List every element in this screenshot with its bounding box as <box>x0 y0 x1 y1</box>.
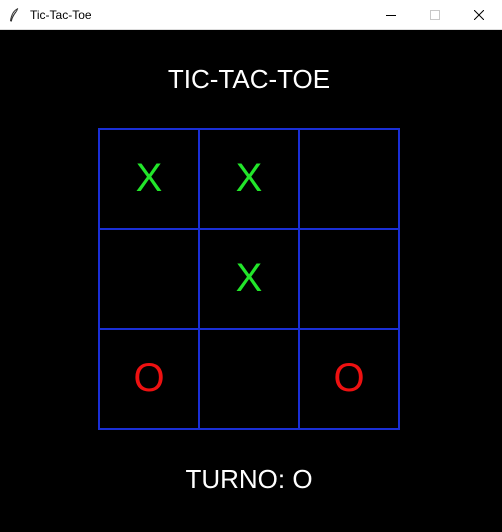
window-title: Tic-Tac-Toe <box>30 8 92 22</box>
cell-2-1[interactable] <box>200 330 300 430</box>
maximize-button[interactable] <box>412 0 458 30</box>
close-icon <box>474 10 484 20</box>
game-canvas: TIC-TAC-TOE X X X O O TURNO: O <box>0 30 502 532</box>
turn-indicator: TURNO: O <box>185 464 313 494</box>
close-button[interactable] <box>456 0 502 30</box>
cell-1-0[interactable] <box>100 230 200 330</box>
title-bar[interactable]: Tic-Tac-Toe <box>0 0 502 30</box>
cell-0-0[interactable]: X <box>100 130 200 230</box>
feather-icon <box>9 8 19 22</box>
cell-0-2[interactable] <box>300 130 400 230</box>
cell-1-1[interactable]: X <box>200 230 300 330</box>
app-window: Tic-Tac-Toe TIC-TAC-TOE X X X O O TURNO:… <box>0 0 502 532</box>
minimize-icon <box>386 15 396 16</box>
cell-0-1[interactable]: X <box>200 130 300 230</box>
minimize-button[interactable] <box>368 0 414 30</box>
cell-2-0[interactable]: O <box>100 330 200 430</box>
game-title: TIC-TAC-TOE <box>167 64 331 94</box>
cell-2-2[interactable]: O <box>300 330 400 430</box>
maximize-icon <box>430 10 440 20</box>
game-board: X X X O O <box>98 128 400 430</box>
cell-1-2[interactable] <box>300 230 400 330</box>
